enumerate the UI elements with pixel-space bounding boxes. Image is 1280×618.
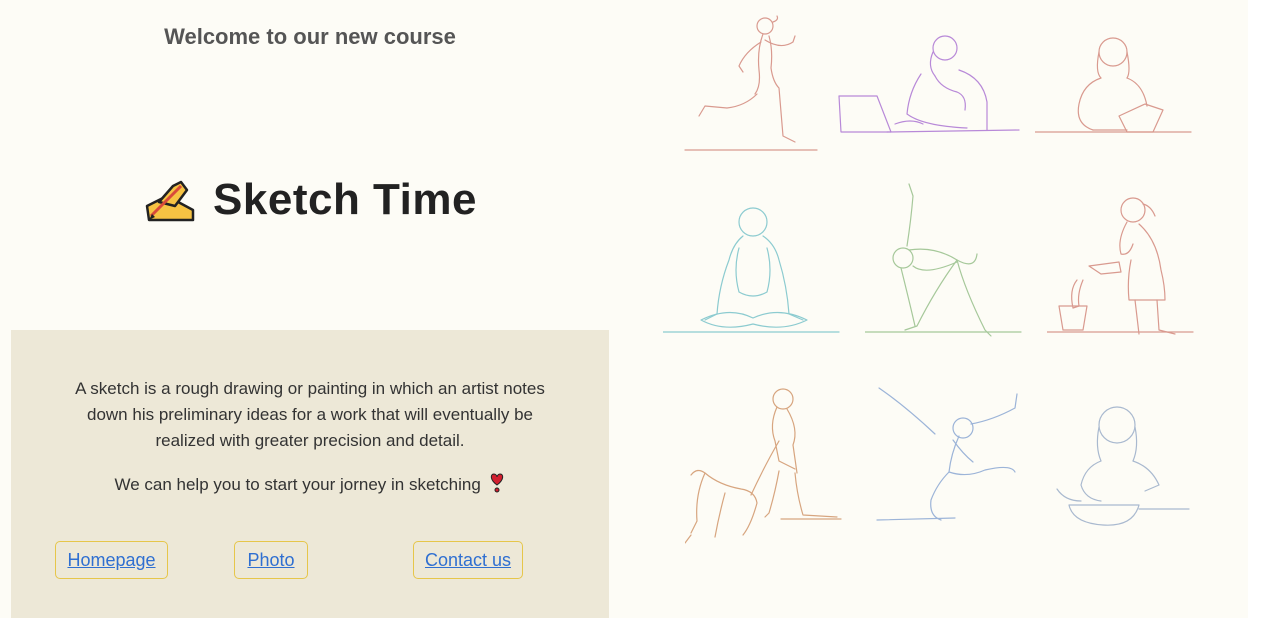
laptop-thinker-sketch-icon [838, 35, 1020, 133]
yoga-triangle-sketch-icon [865, 183, 1022, 337]
cta-text: We can help you to start your jorney in … [114, 475, 481, 494]
watering-plant-sketch-icon [1047, 197, 1194, 335]
runner-sketch-icon [684, 15, 818, 151]
page: Welcome to our new course Sketch Time A … [0, 0, 1248, 618]
dog-walker-sketch-icon [685, 388, 842, 544]
reader-sketch-icon [1035, 37, 1192, 133]
homepage-button[interactable]: Homepage [55, 541, 168, 579]
heart-exclamation-icon [490, 473, 503, 493]
writing-hand-icon [145, 180, 195, 222]
dancer-leap-sketch-icon [876, 387, 1018, 521]
cook-sketch-icon [1056, 406, 1190, 526]
sketch-gallery [655, 0, 1215, 560]
hero-title: Sketch Time [213, 175, 477, 224]
meditation-sketch-icon [663, 207, 840, 333]
course-description: A sketch is a rough drawing or painting … [75, 379, 545, 450]
photo-button[interactable]: Photo [234, 541, 308, 579]
welcome-heading: Welcome to our new course [164, 24, 456, 49]
info-box: A sketch is a rough drawing or painting … [11, 330, 609, 618]
cta-line: We can help you to start your jorney in … [11, 473, 609, 497]
contact-us-button[interactable]: Contact us [413, 541, 523, 579]
hero: Sketch Time [0, 170, 620, 230]
